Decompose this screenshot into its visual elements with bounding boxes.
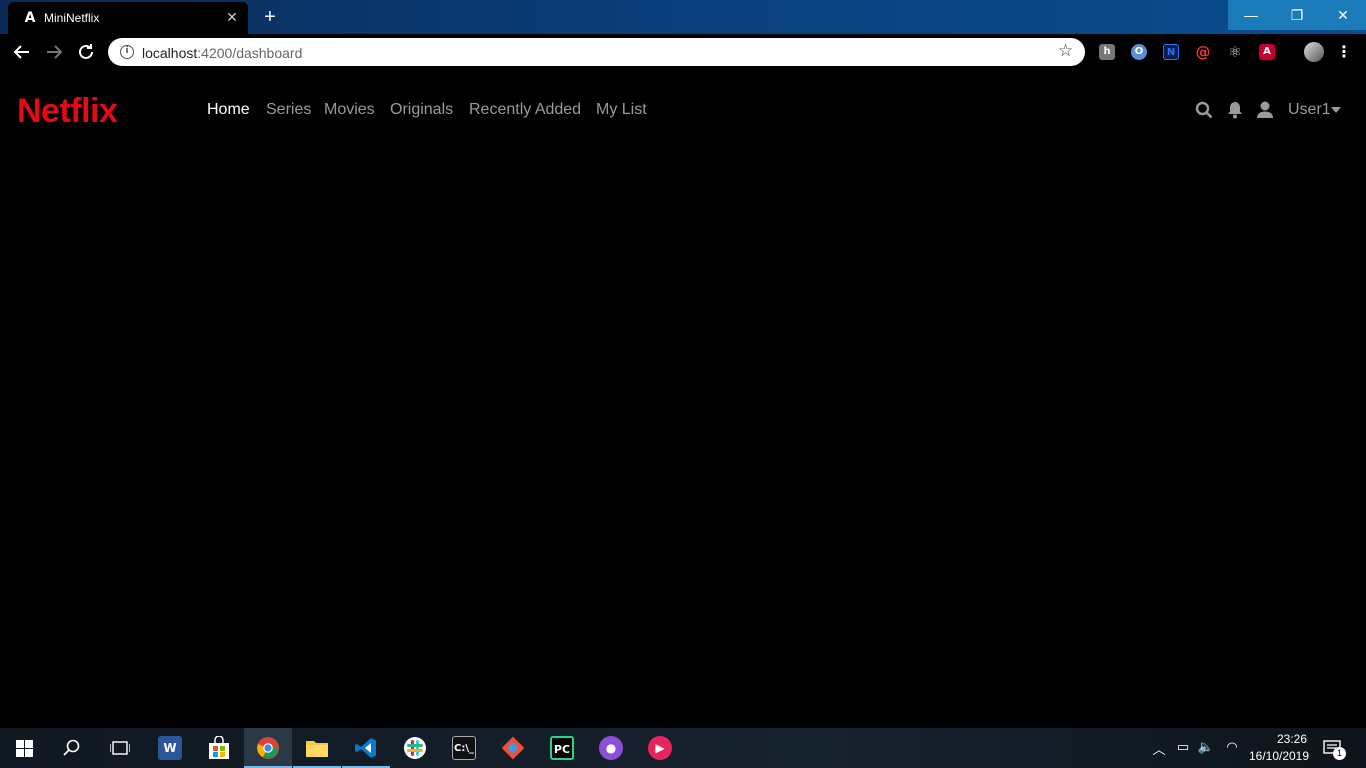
volume-icon[interactable]: 🔈 (1197, 739, 1215, 755)
url-text[interactable]: localhost:4200/dashboard (142, 45, 302, 61)
chrome-icon[interactable] (244, 728, 292, 768)
nav-my-list[interactable]: My List (596, 101, 647, 119)
pycharm-icon[interactable]: PC (538, 728, 586, 768)
user-menu-label[interactable]: User1 (1288, 101, 1331, 119)
clock-time[interactable]: 23:26 (1262, 732, 1322, 746)
battery-icon[interactable]: ▭ (1174, 739, 1192, 755)
user-icon[interactable] (1256, 100, 1274, 120)
n-ext-icon[interactable]: N (1163, 44, 1179, 60)
tab-title: MiniNetflix (44, 11, 100, 25)
browser-titlebar: A MiniNetflix ✕ + — ❐ ✕ (0, 0, 1366, 34)
spiral-ext-icon[interactable]: @ (1195, 44, 1211, 60)
task-view-icon[interactable] (96, 728, 144, 768)
forward-arrow-icon[interactable] (42, 40, 66, 64)
file-explorer-icon[interactable] (293, 728, 341, 768)
url-path: :4200/dashboard (197, 45, 303, 61)
github-desktop-icon[interactable]: ● (587, 728, 635, 768)
new-tab-button[interactable]: + (259, 6, 281, 28)
window-close-button[interactable]: ✕ (1320, 0, 1366, 30)
vscode-icon[interactable] (342, 728, 390, 768)
reload-icon[interactable] (74, 40, 98, 64)
url-host: localhost (142, 45, 198, 61)
browser-toolbar: i localhost:4200/dashboard ☆ h O N @ ⚛ A… (0, 34, 1366, 70)
search-icon[interactable] (48, 728, 96, 768)
bookmark-star-icon[interactable]: ☆ (1058, 41, 1073, 61)
nav-recently-added[interactable]: Recently Added (469, 101, 581, 119)
clock-date[interactable]: 16/10/2019 (1244, 749, 1314, 763)
angular-favicon-icon: A (24, 10, 36, 26)
nav-originals[interactable]: Originals (390, 101, 453, 119)
netflix-logo[interactable]: Netflix (17, 92, 118, 131)
nav-series[interactable]: Series (266, 101, 311, 119)
circle-o-icon[interactable]: O (1131, 44, 1147, 60)
word-icon[interactable]: W (146, 728, 194, 768)
nav-movies[interactable]: Movies (324, 101, 375, 119)
terminal-icon[interactable]: C:\_ (440, 728, 488, 768)
angular-augury-icon[interactable]: A (1259, 44, 1275, 60)
browser-tab[interactable]: A MiniNetflix ✕ (8, 2, 248, 34)
media-player-icon[interactable]: ▶ (636, 728, 684, 768)
caret-down-icon[interactable] (1331, 107, 1341, 113)
bell-icon[interactable] (1226, 100, 1244, 120)
store-icon[interactable] (195, 728, 243, 768)
profile-avatar-icon[interactable] (1304, 42, 1324, 62)
dashboard-content (0, 140, 1366, 728)
start-button[interactable] (0, 728, 48, 768)
site-info-icon[interactable]: i (120, 45, 134, 59)
hackernews-icon[interactable]: h (1099, 44, 1115, 60)
tab-close-icon[interactable]: ✕ (224, 9, 240, 25)
more-menu-icon[interactable]: ⋮ (1336, 44, 1352, 60)
wifi-icon[interactable]: ◠ (1223, 739, 1241, 755)
nav-home[interactable]: Home (207, 101, 250, 119)
react-devtools-icon[interactable]: ⚛ (1227, 44, 1243, 60)
git-icon[interactable] (489, 728, 537, 768)
show-hidden-icons-icon[interactable]: ︿ (1150, 739, 1168, 758)
slack-icon[interactable] (391, 728, 439, 768)
search-icon[interactable] (1195, 100, 1213, 120)
window-minimize-button[interactable]: — (1228, 0, 1274, 30)
address-bar[interactable]: i localhost:4200/dashboard ☆ (108, 38, 1085, 66)
window-maximize-button[interactable]: ❐ (1274, 0, 1320, 30)
notification-badge: 1 (1333, 747, 1346, 760)
notification-center-icon[interactable]: 1 (1323, 739, 1346, 760)
back-arrow-icon[interactable] (10, 40, 34, 64)
